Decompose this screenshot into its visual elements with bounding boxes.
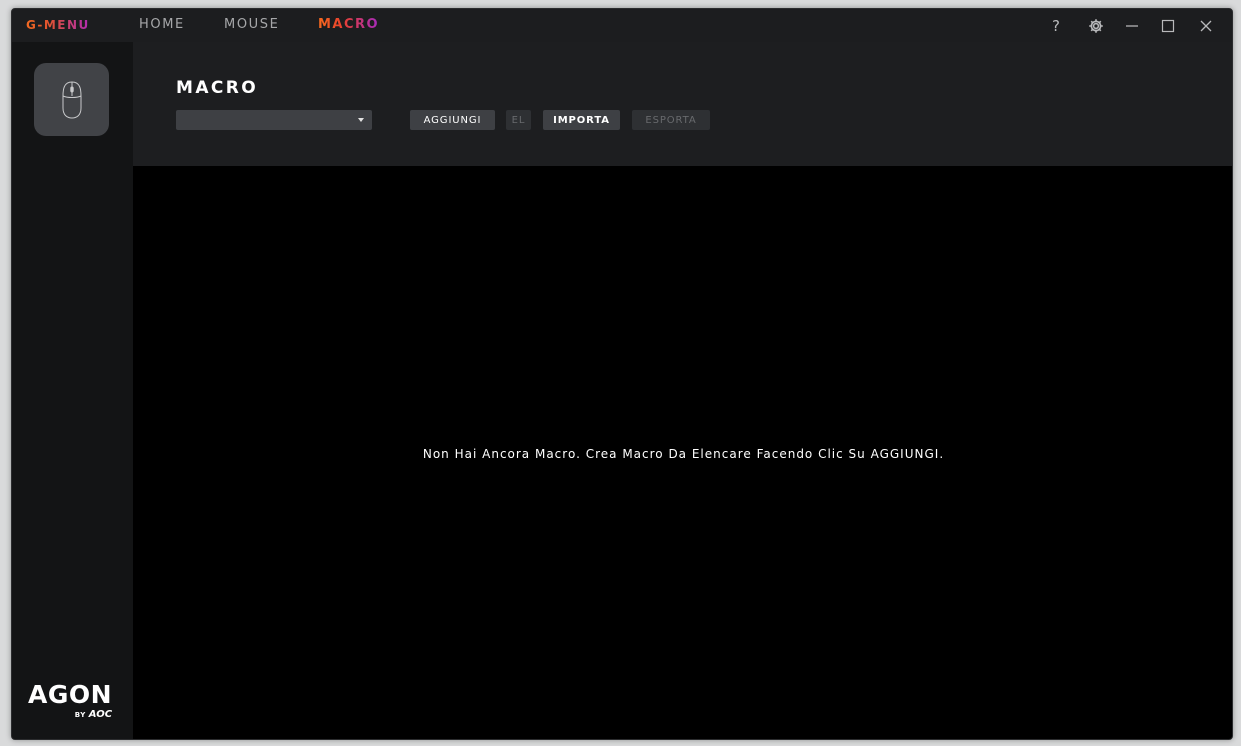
brand-logo: AGON BY AOC (28, 680, 113, 721)
maximize-button[interactable] (1156, 16, 1180, 36)
sidebar: AGON BY AOC (12, 42, 133, 739)
app-logo: G-MENU (26, 18, 90, 32)
tab-macro[interactable]: MACRO (318, 17, 379, 32)
close-icon (1200, 20, 1212, 32)
chevron-down-icon (358, 118, 364, 122)
app-window: G-MENU HOME MOUSE MACRO ? AGON BY AOC MA… (11, 8, 1233, 740)
gear-icon (1089, 19, 1103, 33)
empty-state-message: Non Hai Ancora Macro. Crea Macro Da Elen… (422, 447, 945, 461)
import-button[interactable]: IMPORTA (543, 110, 620, 130)
brand-agon: AGON (28, 680, 113, 709)
brand-aoc: AOC (88, 709, 113, 720)
add-button[interactable]: AGGIUNGI (410, 110, 495, 130)
title-bar[interactable]: G-MENU HOME MOUSE MACRO ? (12, 9, 1232, 42)
macro-select[interactable] (176, 110, 372, 130)
brand-byline: BY AOC (28, 709, 112, 720)
help-button[interactable]: ? (1044, 16, 1068, 36)
help-icon: ? (1052, 17, 1060, 35)
tab-home[interactable]: HOME (139, 17, 185, 32)
close-button[interactable] (1194, 16, 1218, 36)
macro-header: MACRO AGGIUNGI EL IMPORTA ESPORTA (133, 42, 1232, 166)
settings-button[interactable] (1084, 16, 1108, 36)
minimize-button[interactable] (1120, 16, 1144, 36)
export-button[interactable]: ESPORTA (632, 110, 710, 130)
macro-content-area: Non Hai Ancora Macro. Crea Macro Da Elen… (133, 166, 1232, 739)
delete-button[interactable]: EL (506, 110, 531, 130)
page-title: MACRO (176, 78, 259, 98)
brand-by: BY (74, 711, 86, 719)
tab-mouse[interactable]: MOUSE (224, 17, 279, 32)
mouse-icon (62, 80, 81, 119)
device-mouse-button[interactable] (34, 63, 109, 136)
minimize-icon (1126, 25, 1138, 27)
maximize-icon (1161, 19, 1175, 33)
